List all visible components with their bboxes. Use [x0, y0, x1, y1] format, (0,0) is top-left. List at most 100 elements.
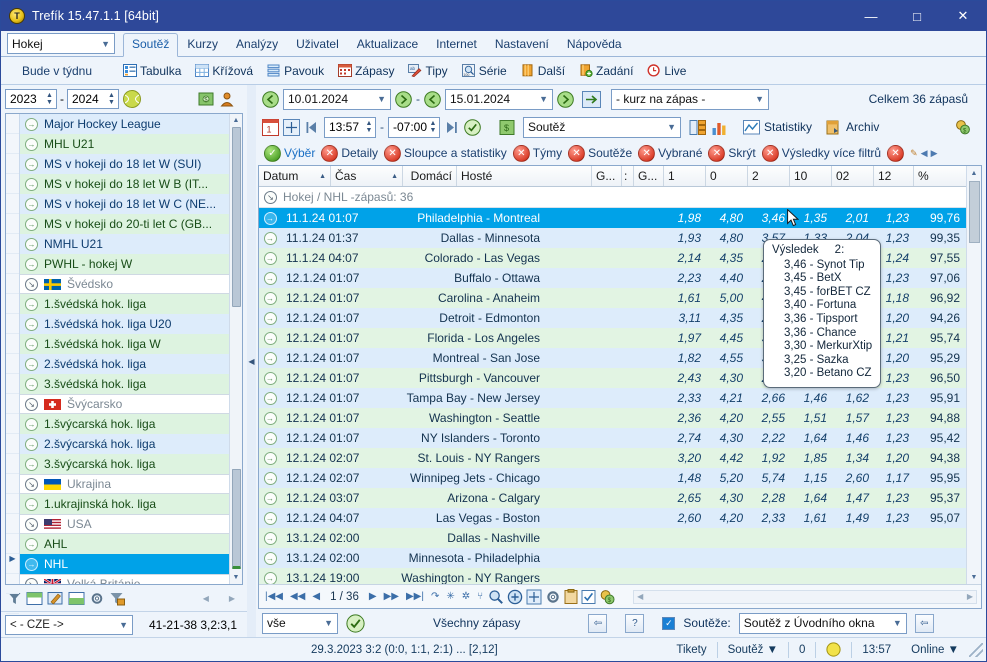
tree-league-row[interactable]: → MS v hokeji do 18 let W B (IT...	[20, 174, 229, 194]
filter-tab-vysledky[interactable]: ✕ Výsledky více filtrů	[760, 144, 883, 163]
competitions-checkbox[interactable]: ✓	[662, 616, 676, 630]
column-header-goals-away[interactable]: G...	[634, 166, 664, 186]
column-header-1[interactable]: 1	[664, 166, 706, 186]
tree-hscroll-right-icon[interactable]: ▶	[229, 594, 235, 603]
sport-select[interactable]: Hokej ▼	[7, 33, 115, 54]
money-filter-icon[interactable]: $	[499, 119, 515, 136]
column-header-colon[interactable]: :	[622, 166, 634, 186]
table-row[interactable]: → 12.1.24 02:07 St. Louis - NY Rangers 3,20…	[259, 448, 966, 468]
table-row[interactable]: → 11.1.24 01:07 Philadelphia - Montreal 1,9…	[259, 208, 966, 228]
help-button[interactable]: ?	[625, 613, 645, 633]
column-header-cas[interactable]: Čas ▲	[331, 166, 403, 186]
row-expand-cell[interactable]: →	[259, 271, 281, 285]
date-to-combo[interactable]: 15.01.2024 ▼	[445, 88, 553, 110]
tree-league-row[interactable]: → 1.ukrajinská hok. liga	[20, 494, 229, 514]
collapse-right-button[interactable]: ⇦	[914, 613, 934, 633]
goto-arrow-icon[interactable]: →	[25, 337, 38, 351]
toolbar-button-tabulka[interactable]: Tabulka	[117, 61, 187, 81]
row-expand-cell[interactable]: →	[259, 251, 281, 265]
filter-tab-tymy[interactable]: ✕ Týmy	[511, 144, 564, 163]
ball-icon[interactable]	[122, 89, 142, 109]
row-expand-cell[interactable]: →	[259, 211, 281, 225]
tree-league-row[interactable]: → 2.švédská hok. liga	[20, 354, 229, 374]
goto-arrow-icon[interactable]: →	[263, 411, 277, 425]
tree-league-row[interactable]: → MS v hokeji do 18 let W (SUI)	[20, 154, 229, 174]
funnel-icon[interactable]: ⑂	[475, 591, 485, 602]
time-from-field[interactable]: 13:57 ▲ ▼	[324, 116, 376, 138]
filter-tab-souteze[interactable]: ✕ Soutěže	[566, 144, 634, 163]
goto-arrow-icon[interactable]: →	[25, 557, 38, 571]
toolbar-button-live[interactable]: Live	[641, 61, 692, 81]
column-header-10[interactable]: 10	[790, 166, 832, 186]
row-expand-cell[interactable]: →	[259, 431, 281, 445]
tree-scroll-thumb-2[interactable]	[231, 469, 241, 569]
collapse-arrow-icon[interactable]: ↘	[25, 577, 38, 584]
grid-scroll-thumb[interactable]	[968, 181, 980, 243]
rate-select[interactable]: - kurz na zápas - ▼	[611, 88, 769, 110]
next-page-icon[interactable]: ▶▶	[382, 591, 401, 602]
last-record-icon[interactable]: ▶▶|	[404, 591, 426, 602]
scroll-up-icon[interactable]: ▲	[967, 166, 982, 180]
row-expand-cell[interactable]: →	[259, 451, 281, 465]
goto-arrow-icon[interactable]: →	[263, 251, 277, 265]
column-header-12[interactable]: 12	[874, 166, 914, 186]
goto-arrow-icon[interactable]: →	[25, 257, 38, 271]
goto-arrow-icon[interactable]: →	[25, 217, 38, 231]
goto-arrow-icon[interactable]: →	[263, 491, 277, 505]
tree-league-row[interactable]: → 1.švýcarská hok. liga	[20, 414, 229, 434]
table-row[interactable]: → 12.1.24 02:07 Winnipeg Jets - Chicago 1,4…	[259, 468, 966, 488]
status-online[interactable]: Online ▼	[901, 638, 969, 662]
next-date-icon[interactable]	[395, 90, 412, 108]
toolbar-button-dalsi[interactable]: Další	[515, 61, 571, 81]
status-competition[interactable]: Soutěž ▼	[718, 638, 788, 662]
goto-arrow-icon[interactable]: →	[263, 431, 277, 445]
last-time-icon[interactable]	[444, 120, 460, 135]
gear-icon[interactable]	[545, 589, 561, 605]
coins-icon[interactable]: $	[599, 589, 616, 605]
column-header-02[interactable]: 02	[832, 166, 874, 186]
prev-page-icon[interactable]: ◀◀	[288, 591, 307, 602]
goto-arrow-icon[interactable]: →	[263, 291, 277, 305]
row-expand-cell[interactable]: →	[259, 531, 281, 545]
calendar-day-icon[interactable]: 1	[262, 118, 279, 136]
spinner-arrows-icon[interactable]: ▲ ▼	[105, 90, 118, 108]
tree-league-row[interactable]: → Major Hockey League	[20, 114, 229, 134]
goto-arrow-icon[interactable]: →	[263, 211, 277, 225]
goto-arrow-icon[interactable]: →	[25, 497, 38, 511]
coins-icon[interactable]: $	[954, 119, 972, 136]
spinner-arrows-icon[interactable]: ▲ ▼	[427, 120, 439, 134]
clipboard-icon[interactable]	[564, 588, 578, 605]
close-button[interactable]: ✕	[940, 1, 986, 31]
refresh-icon[interactable]: ↷	[429, 591, 441, 602]
hscroll-left-icon[interactable]: ◀	[637, 592, 643, 601]
hscroll-right-icon[interactable]: ▶	[967, 592, 973, 601]
row-expand-cell[interactable]: →	[259, 231, 281, 245]
toolbar-button-krizova[interactable]: Křížová	[189, 61, 259, 81]
spinner-arrows-icon[interactable]: ▲ ▼	[363, 120, 375, 134]
menu-item-napoveda[interactable]: Nápověda	[558, 33, 631, 56]
new-window-icon[interactable]	[26, 591, 43, 606]
goto-arrow-icon[interactable]: →	[263, 351, 277, 365]
tree-league-row[interactable]: → AHL	[20, 534, 229, 554]
column-header-goals-home[interactable]: G...	[592, 166, 622, 186]
goto-arrow-icon[interactable]: →	[263, 471, 277, 485]
column-header-2[interactable]: 2	[748, 166, 790, 186]
tree-scroll-thumb[interactable]	[231, 127, 241, 307]
spinner-arrows-icon[interactable]: ▲ ▼	[43, 90, 56, 108]
row-expand-cell[interactable]: →	[259, 291, 281, 305]
grid-horizontal-scrollbar[interactable]: ◀ ▶	[633, 589, 977, 604]
goto-arrow-icon[interactable]: →	[25, 357, 38, 371]
grid-vertical-scrollbar[interactable]: ▲ ▼	[966, 166, 981, 584]
collapse-arrow-icon[interactable]: ↘	[25, 477, 38, 491]
goto-arrow-icon[interactable]: →	[25, 457, 38, 471]
menu-item-kurzy[interactable]: Kurzy	[178, 33, 227, 56]
toolbar-button-tipy[interactable]: ab Tipy	[402, 61, 453, 81]
first-record-icon[interactable]: |◀◀	[263, 591, 285, 602]
all-select[interactable]: vše ▼	[262, 612, 338, 634]
resize-grip-icon[interactable]	[969, 642, 983, 657]
table-row[interactable]: → 12.1.24 01:07 Washington - Seattle 2,36 4,…	[259, 408, 966, 428]
goto-arrow-icon[interactable]: →	[25, 157, 38, 171]
checkbox-icon[interactable]	[581, 589, 596, 605]
goto-arrow-icon[interactable]: →	[25, 417, 38, 431]
tree-league-row[interactable]: → 3.švédská hok. liga	[20, 374, 229, 394]
